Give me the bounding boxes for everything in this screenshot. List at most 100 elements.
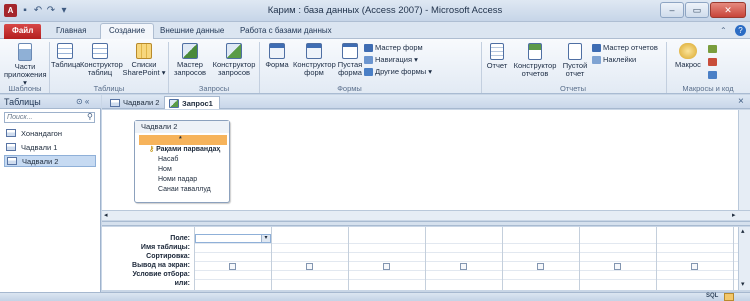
class-module-icon[interactable] [708,58,717,66]
labels-icon [592,55,601,64]
show-checkbox[interactable] [537,263,544,270]
blank-report-button[interactable]: Пустой отчет [560,43,590,78]
sql-view-button[interactable]: SQL [706,293,718,299]
nav-search-input[interactable]: Поиск... [4,112,95,123]
grid-label-sort: Сортировка: [146,253,190,260]
save-icon[interactable]: ▪ [20,4,30,17]
query-table-area: Чадвали 2 * ⚷ Рақами парвандаҳ Насаб Ном… [102,110,750,210]
more-forms-button[interactable]: Другие формы ▾ [364,67,436,76]
field-dropdown[interactable]: ▾ [195,234,271,243]
report-wizard-label: Мастер отчетов [603,43,658,52]
close-document-icon[interactable]: × [738,96,744,107]
grid-col-line [656,227,657,290]
sharepoint-lists-button[interactable]: Списки SharePoint ▾ [122,43,166,77]
report-design-button[interactable]: Конструктор отчетов [512,43,558,78]
report-button[interactable]: Отчет [483,43,511,70]
query-design-button[interactable]: Конструктор запросов [211,43,257,77]
scroll-up-icon[interactable]: ▴ [741,227,745,235]
table-icon [6,143,16,151]
group-tables-label: Таблицы [93,84,125,93]
show-checkbox[interactable] [306,263,313,270]
sharepoint-lists-label-2: SharePoint ▾ [122,68,166,77]
tab-file[interactable]: Файл [4,24,42,39]
module-icon[interactable] [708,45,717,53]
navigation-pane: Таблицы ⊙ « Поиск... ⚲ Хонандагон Чадвал… [0,95,101,292]
table-button[interactable]: Таблица [51,43,80,69]
doc-tab-query[interactable]: Запрос1 [164,96,220,109]
chevron-down-icon[interactable]: ▾ [261,235,270,242]
upper-vertical-scrollbar[interactable] [738,110,750,210]
nav-item-table[interactable]: Чадвали 1 [4,141,96,153]
show-checkbox[interactable] [614,263,621,270]
customize-qat-icon[interactable]: ▾ [59,4,69,17]
scroll-down-icon[interactable]: ▾ [741,280,745,288]
app-parts-button[interactable]: Части приложения ▾ [4,43,47,87]
upper-horizontal-scrollbar[interactable]: ◂ ▸ [102,210,750,220]
report-wizard-icon [592,43,601,52]
close-button[interactable]: ✕ [710,2,746,18]
grid-label-table: Имя таблицы: [140,244,190,251]
blank-form-button[interactable]: Пустая форма [336,43,364,77]
scroll-left-icon[interactable]: ◂ [104,211,108,219]
forms-small-buttons: Мастер форм Навигация ▾ Другие формы ▾ [364,43,436,76]
report-wizard-button[interactable]: Мастер отчетов [592,43,664,52]
labels-button[interactable]: Наклейки [592,55,664,64]
form-design-button[interactable]: Конструктор форм [293,43,336,77]
form-design-icon [306,43,322,59]
field-list-box[interactable]: Чадвали 2 * ⚷ Рақами парвандаҳ Насаб Ном… [134,120,230,203]
blank-report-icon [568,43,582,60]
query-wizard-label-2: запросов [173,68,206,77]
field-key[interactable]: ⚷ Рақами парвандаҳ [139,145,227,155]
tab-external-data[interactable]: Внешние данные [152,24,232,39]
help-icon[interactable]: ? [735,25,746,36]
show-checkbox[interactable] [460,263,467,270]
query-design-grid: Поле: Имя таблицы: Сортировка: Вывод на … [102,227,738,290]
nav-pane-header[interactable]: Таблицы ⊙ « [0,95,101,109]
ribbon-separator [49,42,50,93]
tab-database-tools[interactable]: Работа с базами данных [232,24,340,39]
doc-tab-table[interactable]: Чадвали 2 [106,96,165,109]
maximize-button[interactable]: ▭ [685,2,709,18]
table-design-label-2: таблиц [87,68,113,77]
nav-item-table[interactable]: Хонандагон [4,127,96,139]
group-templates-label: Шаблоны [8,84,42,93]
field-all[interactable]: * [139,135,227,145]
tab-create[interactable]: Создание [100,23,155,40]
design-view-icon[interactable] [724,293,734,301]
field-item[interactable]: Ном [139,165,227,175]
nav-pane-controls[interactable]: ⊙ « [76,97,89,106]
macro-button[interactable]: Макрос [670,43,706,69]
query-wizard-button[interactable]: Мастер запросов [170,43,210,77]
nav-item-table-selected[interactable]: Чадвали 2 [4,155,96,167]
visual-basic-icon[interactable] [708,71,717,79]
form-button[interactable]: Форма [262,43,292,69]
scroll-right-icon[interactable]: ▸ [732,211,736,219]
more-forms-label: Другие формы ▾ [375,67,433,76]
table-icon [7,157,17,165]
show-checkbox[interactable] [229,263,236,270]
tab-home[interactable]: Главная [48,24,94,39]
grid-col-line [502,227,503,290]
redo-icon[interactable]: ↷ [46,4,56,17]
nav-item-label: Хонандагон [21,128,62,138]
form-wizard-button[interactable]: Мастер форм [364,43,436,52]
navigation-button[interactable]: Навигация ▾ [364,55,436,64]
field-item[interactable]: Санаи таваллуд [139,185,227,195]
show-checkbox[interactable] [691,263,698,270]
undo-icon[interactable]: ↶ [33,4,43,17]
ribbon-collapse-icon[interactable]: ⌃ [720,26,727,35]
search-icon[interactable]: ⚲ [87,112,93,121]
table-design-button[interactable]: Конструктор таблиц [80,43,123,77]
grid-vertical-scrollbar[interactable]: ▴ ▾ [738,227,750,290]
grid-col-line [348,227,349,290]
table-design-icon [92,43,108,59]
minimize-button[interactable]: – [660,2,684,18]
field-item[interactable]: Номи падар [139,175,227,185]
field-item[interactable]: Насаб [139,155,227,165]
access-app-icon[interactable]: A [4,4,17,17]
app-parts-icon [18,43,32,61]
macro-small-icons [708,45,720,81]
pane-splitter[interactable] [102,221,750,226]
show-checkbox[interactable] [383,263,390,270]
group-macros-label: Макросы и код [682,84,734,93]
